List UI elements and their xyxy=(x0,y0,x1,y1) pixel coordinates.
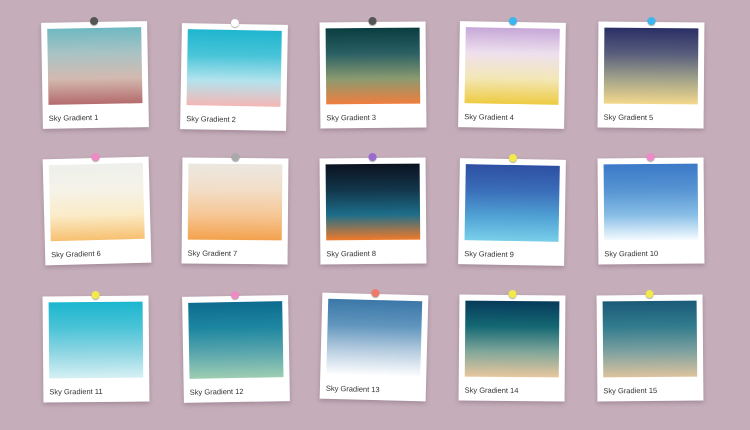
pushpin-icon xyxy=(646,152,655,162)
pushpin-icon xyxy=(231,152,240,162)
gradient-card[interactable]: Sky Gradient 1 xyxy=(41,16,149,129)
card-label: Sky Gradient 5 xyxy=(603,112,654,123)
gradient-card[interactable]: Sky Gradient 7 xyxy=(181,152,289,265)
gradient-swatch xyxy=(603,27,699,105)
gradient-swatch xyxy=(464,27,560,105)
gradient-swatch xyxy=(47,27,143,105)
gradient-swatch xyxy=(325,163,421,241)
gradient-swatch xyxy=(603,163,699,241)
card-label: Sky Gradient 4 xyxy=(464,112,514,123)
card-label: Sky Gradient 3 xyxy=(326,112,377,123)
gradient-card[interactable]: Sky Gradient 3 xyxy=(319,16,427,129)
card-label: Sky Gradient 7 xyxy=(187,248,238,259)
card-label: Sky Gradient 14 xyxy=(464,385,519,396)
gradient-card[interactable]: Sky Gradient 5 xyxy=(597,16,705,129)
pushpin-icon xyxy=(230,290,240,300)
gradient-swatch xyxy=(48,301,144,379)
gradient-card[interactable]: Sky Gradient 14 xyxy=(458,289,566,402)
pushpin-icon xyxy=(647,16,656,26)
gradient-card[interactable]: Sky Gradient 15 xyxy=(596,289,704,402)
gradient-card[interactable]: Sky Gradient 9 xyxy=(458,153,566,266)
card-label: Sky Gradient 15 xyxy=(603,385,658,396)
pushpin-icon xyxy=(230,18,240,28)
gradient-swatch xyxy=(326,298,423,378)
gradient-swatch xyxy=(48,162,145,242)
pushpin-icon xyxy=(508,16,518,26)
pushpin-icon xyxy=(91,290,100,300)
gradient-swatch xyxy=(325,27,421,105)
pushpin-icon xyxy=(368,152,377,162)
gradient-swatch xyxy=(186,29,282,107)
gradient-swatch xyxy=(464,300,560,378)
pushpin-icon xyxy=(368,16,377,26)
gradient-card[interactable]: Sky Gradient 12 xyxy=(182,290,290,403)
pushpin-icon xyxy=(371,288,380,298)
gradient-card[interactable]: Sky Gradient 11 xyxy=(42,290,150,403)
card-label: Sky Gradient 13 xyxy=(325,383,380,395)
gradient-card[interactable]: Sky Gradient 4 xyxy=(458,16,566,129)
card-label: Sky Gradient 9 xyxy=(464,249,514,260)
polaroid-board: Sky Gradient 1 Sky Gradient 2 Sky Gradie… xyxy=(0,0,750,430)
pushpin-icon xyxy=(91,152,100,162)
pushpin-icon xyxy=(508,289,517,299)
gradient-swatch xyxy=(602,300,698,378)
pushpin-icon xyxy=(89,16,99,26)
card-label: Sky Gradient 10 xyxy=(604,248,659,259)
gradient-swatch xyxy=(464,164,560,242)
gradient-card[interactable]: Sky Gradient 13 xyxy=(319,288,429,402)
pushpin-icon xyxy=(508,153,518,163)
card-label: Sky Gradient 8 xyxy=(326,248,377,259)
gradient-swatch xyxy=(187,163,283,241)
card-label: Sky Gradient 11 xyxy=(49,386,103,397)
card-label: Sky Gradient 12 xyxy=(189,386,244,397)
gradient-card[interactable]: Sky Gradient 6 xyxy=(42,152,152,266)
gradient-swatch xyxy=(188,301,284,379)
card-label: Sky Gradient 1 xyxy=(48,112,99,123)
gradient-card[interactable]: Sky Gradient 10 xyxy=(597,152,705,265)
pushpin-icon xyxy=(645,289,654,299)
gradient-card[interactable]: Sky Gradient 2 xyxy=(180,18,288,131)
card-label: Sky Gradient 6 xyxy=(51,248,101,260)
gradient-card[interactable]: Sky Gradient 8 xyxy=(319,152,427,265)
card-label: Sky Gradient 2 xyxy=(186,114,236,125)
